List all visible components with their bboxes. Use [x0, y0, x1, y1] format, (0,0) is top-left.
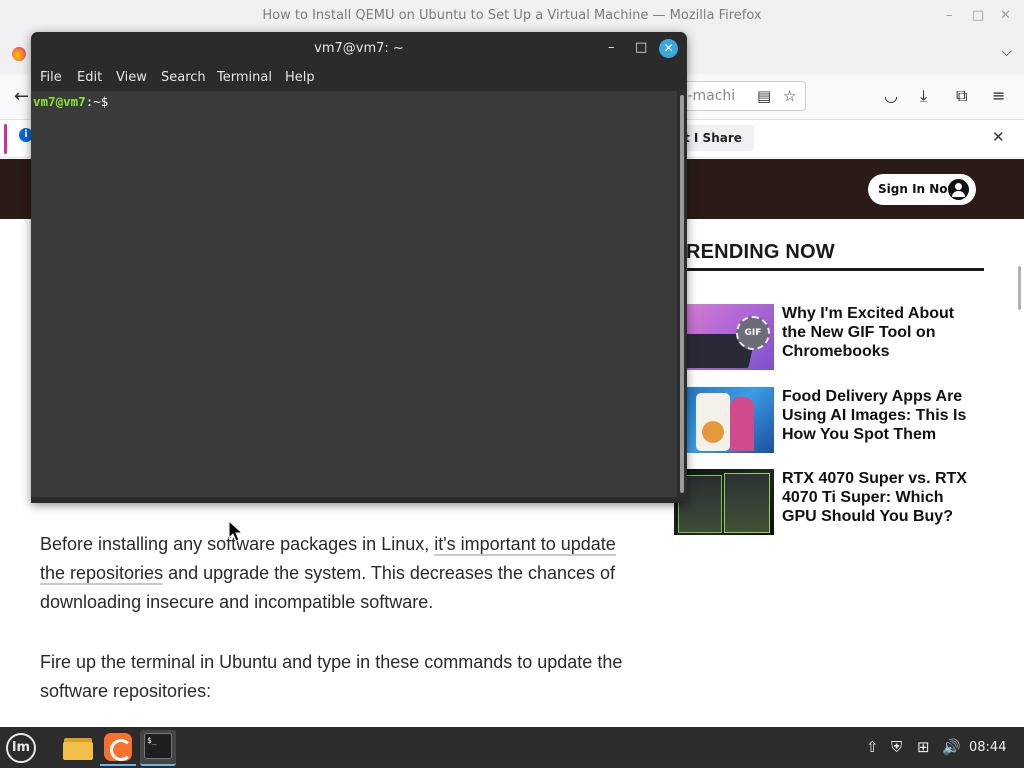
firefox-tab-favicon-icon[interactable] [12, 47, 26, 61]
terminal-app-button[interactable]: $_ [140, 730, 176, 766]
back-arrow-icon[interactable]: ← [14, 86, 29, 107]
firefox-titlebar: How to Install QEMU on Ubuntu to Set Up … [0, 0, 1024, 32]
firefox-app-button[interactable] [100, 730, 136, 766]
trending-thumbnail[interactable] [674, 469, 774, 535]
clock[interactable]: 08:44 [969, 740, 1006, 755]
person-image [730, 397, 754, 451]
gpu-box-image [724, 473, 770, 533]
files-app-button[interactable] [60, 730, 96, 766]
trending-item[interactable]: Food Delivery Apps Are Using AI Images: … [674, 387, 994, 457]
menu-search[interactable]: Search [161, 70, 206, 85]
terminal-maximize-button[interactable]: □ [635, 40, 647, 55]
menu-edit[interactable]: Edit [77, 70, 102, 85]
trending-title: RENDING NOW [686, 241, 835, 263]
sign-in-label: Sign In Now [878, 182, 959, 196]
terminal-prompt: vm7@vm7:~$ [33, 94, 116, 109]
menu-file[interactable]: File [40, 70, 62, 85]
trending-thumbnail[interactable] [674, 387, 774, 453]
terminal-body[interactable]: vm7@vm7:~$ [31, 91, 677, 497]
reader-view-icon[interactable]: ▤ [757, 87, 771, 105]
trending-item-title[interactable]: RTX 4070 Super vs. RTX 4070 Ti Super: Wh… [782, 469, 982, 526]
trending-item-title[interactable]: Food Delivery Apps Are Using AI Images: … [782, 387, 982, 444]
page-scrollbar[interactable] [1018, 266, 1021, 310]
terminal-icon: $_ [144, 733, 172, 759]
extensions-icon[interactable]: ⧉ [956, 86, 967, 106]
notification-close-icon[interactable]: ✕ [992, 128, 1005, 146]
list-all-tabs-chevron-icon[interactable]: ⌵ [1001, 44, 1012, 60]
trending-divider [686, 268, 984, 271]
article-paragraph: Fire up the terminal in Ubuntu and type … [40, 652, 623, 701]
trending-item-title[interactable]: Why I'm Excited About the New GIF Tool o… [782, 304, 982, 361]
menu-help[interactable]: Help [285, 70, 315, 85]
menu-view[interactable]: View [116, 70, 147, 85]
trending-thumbnail[interactable]: GIF [674, 304, 774, 370]
bookmark-star-icon[interactable]: ☆ [783, 87, 796, 105]
user-avatar-icon [948, 179, 969, 200]
trending-item[interactable]: GIF Why I'm Excited About the New GIF To… [674, 304, 994, 374]
prompt-user: vm7@vm7 [33, 94, 86, 109]
notification-accent [4, 124, 7, 154]
app-menu-icon[interactable]: ≡ [992, 86, 1005, 105]
terminal-scrollbar[interactable] [677, 91, 687, 497]
volume-icon[interactable]: 🔊 [942, 738, 961, 756]
pocket-icon[interactable]: ◡ [884, 86, 898, 105]
firefox-icon [104, 733, 132, 761]
food-image [702, 421, 724, 443]
menu-terminal[interactable]: Terminal [217, 70, 272, 85]
terminal-menubar: File Edit View Search Terminal Help [31, 65, 687, 91]
start-menu-button[interactable]: lm [6, 733, 36, 763]
firefox-close-button[interactable]: ✕ [1000, 8, 1011, 23]
prompt-path: :~$ [85, 94, 116, 109]
folder-front [63, 742, 93, 760]
downloads-icon[interactable]: ⤓ [920, 86, 927, 106]
terminal-titlebar[interactable]: vm7@vm7: ~ – □ ✕ [31, 32, 687, 65]
firefox-minimize-button[interactable]: – [946, 8, 953, 23]
terminal-title: vm7@vm7: ~ [314, 41, 404, 56]
terminal-scrollbar-thumb[interactable] [680, 95, 684, 493]
terminal-close-button[interactable]: ✕ [659, 39, 678, 58]
network-icon[interactable]: ⊞ [917, 738, 930, 756]
gif-badge: GIF [736, 316, 770, 350]
firefox-window-title: How to Install QEMU on Ubuntu to Set Up … [262, 8, 762, 23]
terminal-minimize-button[interactable]: – [608, 40, 615, 55]
update-manager-icon[interactable]: ⇧ [866, 738, 879, 756]
shield-icon[interactable]: ⛨ [891, 738, 902, 756]
article-paragraph: Before installing any software packages … [40, 530, 640, 617]
trending-item[interactable]: RTX 4070 Super vs. RTX 4070 Ti Super: Wh… [674, 469, 994, 539]
terminal-window[interactable]: vm7@vm7: ~ – □ ✕ File Edit View Search T… [31, 32, 687, 503]
firefox-maximize-button[interactable]: □ [972, 8, 984, 23]
sign-in-button[interactable]: Sign In Now [868, 174, 976, 205]
